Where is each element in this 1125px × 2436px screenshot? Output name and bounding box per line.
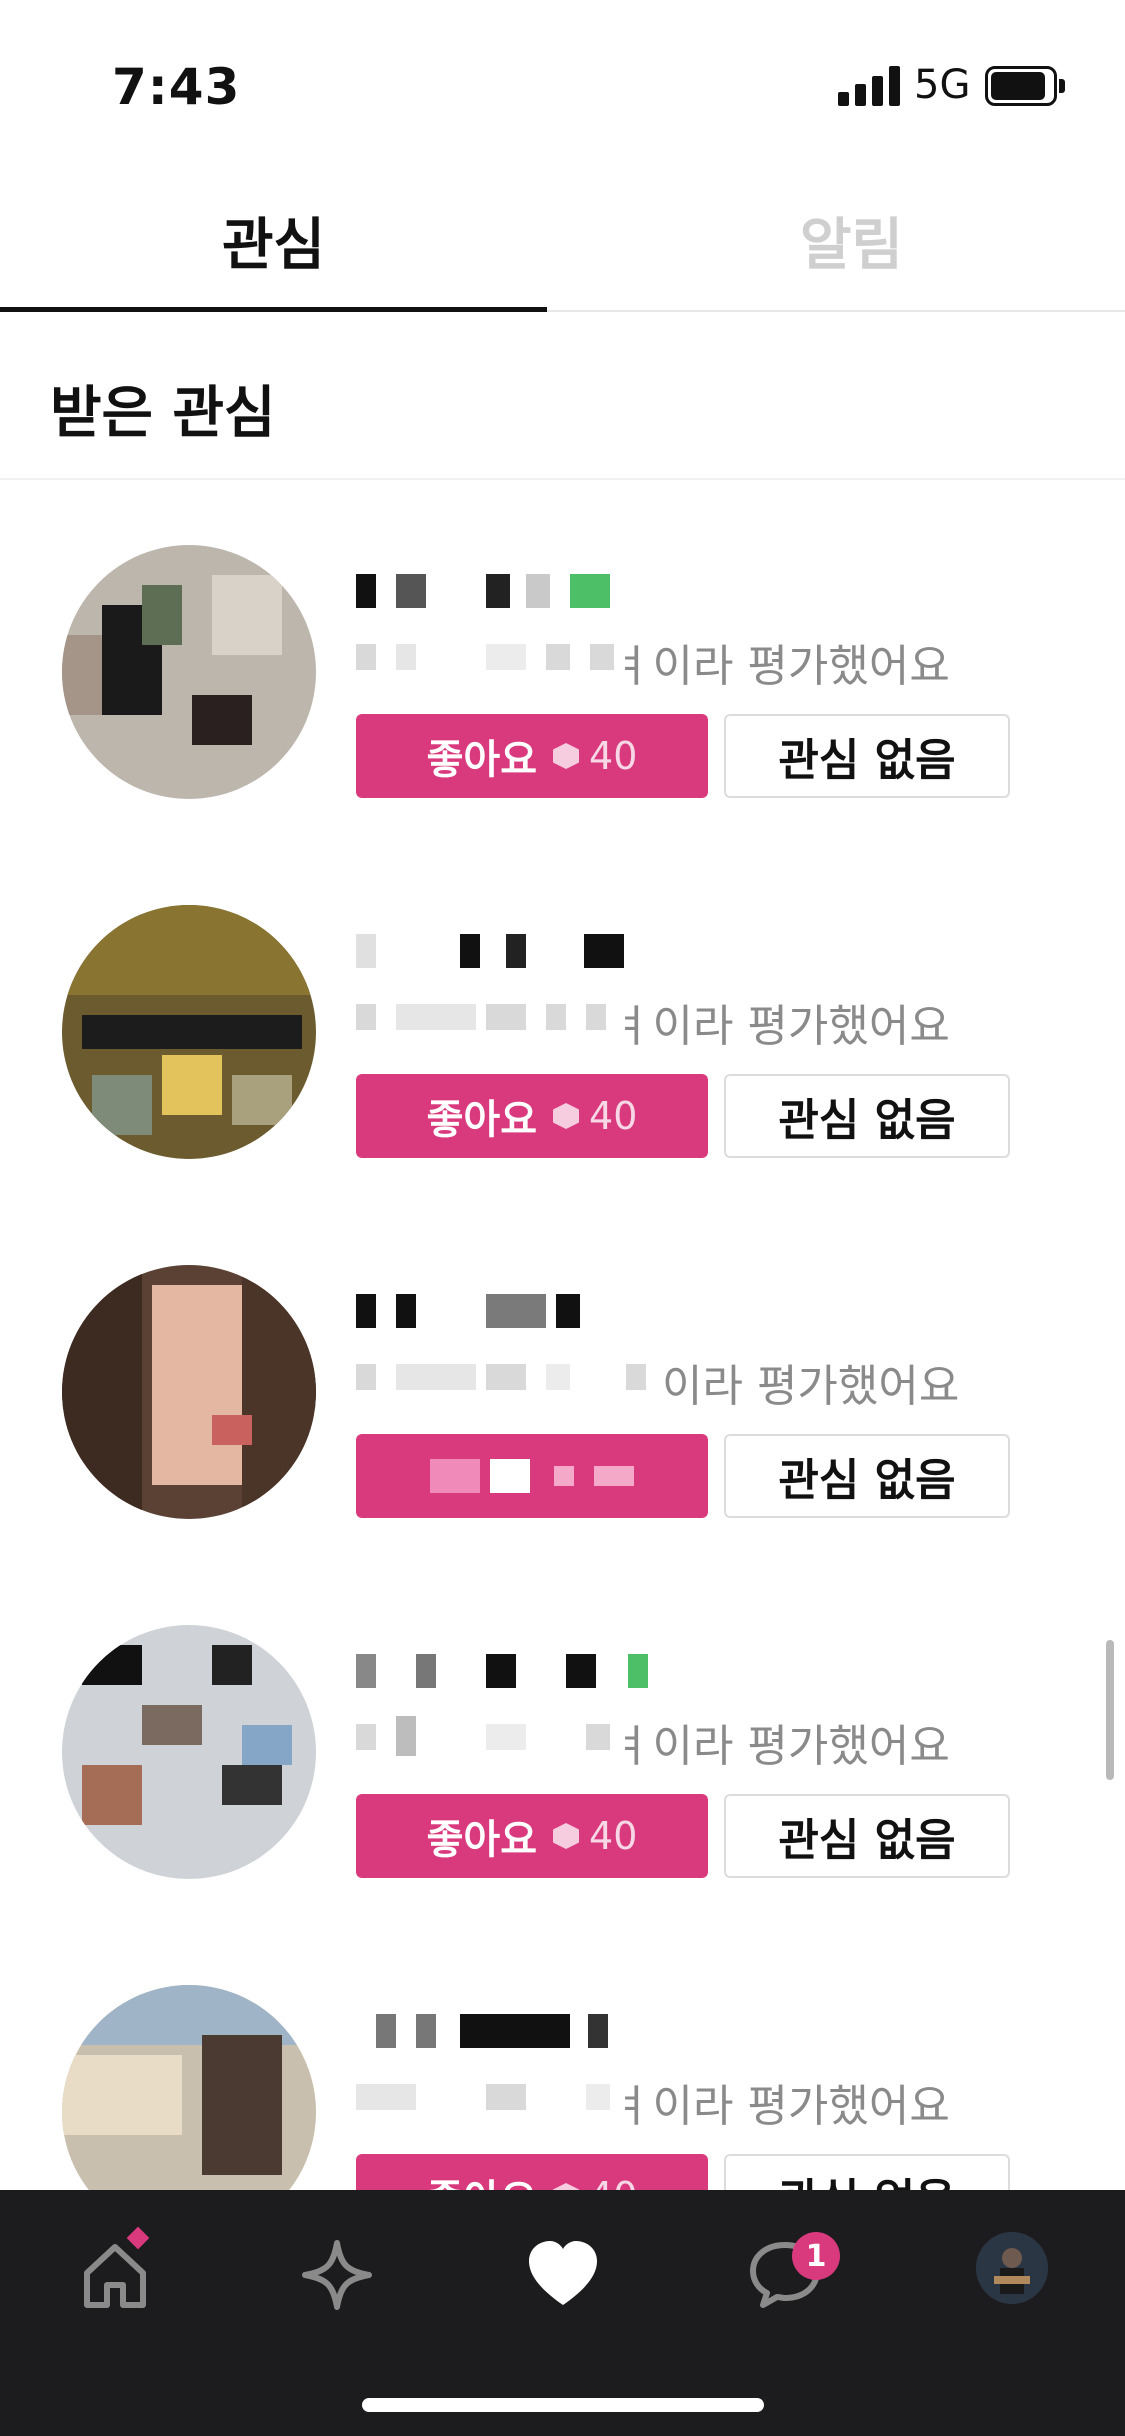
profile-avatar[interactable] bbox=[976, 2232, 1048, 2304]
name-redacted bbox=[356, 1290, 646, 1334]
avatar[interactable] bbox=[62, 1265, 316, 1519]
list-item[interactable]: ㅕ이라 평가했어요 좋아요 40 관심 없음 bbox=[0, 1600, 1125, 1960]
not-interested-button[interactable]: 관심 없음 bbox=[724, 1434, 1010, 1518]
signal-icon bbox=[838, 66, 902, 106]
like-button[interactable]: 좋아요 40 bbox=[356, 1074, 708, 1158]
chat-badge: 1 bbox=[792, 2232, 840, 2280]
section-header: 받은 관심 bbox=[0, 312, 1125, 480]
rating-description: ㅕ이라 평가했어요 bbox=[612, 2081, 950, 2132]
like-button[interactable]: 좋아요 40 bbox=[356, 714, 708, 798]
list-item[interactable]: 이라 평가했어요 관심 없음 bbox=[0, 1240, 1125, 1600]
like-button-redacted[interactable] bbox=[356, 1434, 708, 1518]
desc-redacted bbox=[356, 1356, 646, 1396]
star-icon bbox=[302, 2240, 372, 2310]
avatar[interactable] bbox=[62, 1625, 316, 1879]
nav-interest[interactable] bbox=[508, 2220, 618, 2330]
desc-redacted bbox=[356, 996, 646, 1036]
avatar[interactable] bbox=[62, 545, 316, 799]
home-icon bbox=[84, 2244, 146, 2308]
desc-redacted bbox=[356, 1716, 646, 1756]
gem-icon bbox=[553, 1823, 580, 1849]
not-interested-button[interactable]: 관심 없음 bbox=[724, 1074, 1010, 1158]
rating-description: 이라 평가했어요 bbox=[662, 1361, 960, 1412]
network-type: 5G bbox=[914, 62, 971, 108]
scroll-indicator[interactable] bbox=[1106, 1640, 1114, 1780]
battery-icon bbox=[985, 66, 1065, 106]
name-redacted bbox=[356, 570, 646, 614]
avatar[interactable] bbox=[62, 905, 316, 1159]
list-item[interactable]: ㅕ이라 평가했어요 좋아요 40 관심 없음 bbox=[0, 880, 1125, 1240]
desc-redacted bbox=[356, 636, 646, 676]
tab-bar: 관심 알림 bbox=[0, 170, 1125, 312]
rating-description: ㅕ이라 평가했어요 bbox=[612, 1001, 950, 1052]
status-bar: 7:43 5G bbox=[0, 0, 1125, 150]
name-redacted bbox=[356, 930, 646, 974]
gem-icon bbox=[553, 743, 580, 769]
desc-redacted bbox=[356, 2076, 646, 2116]
not-interested-button[interactable]: 관심 없음 bbox=[724, 714, 1010, 798]
section-title: 받은 관심 bbox=[50, 381, 276, 446]
heart-icon bbox=[529, 2241, 597, 2305]
rating-description: ㅕ이라 평가했어요 bbox=[612, 641, 950, 692]
rating-description: ㅕ이라 평가했어요 bbox=[612, 1721, 950, 1772]
not-interested-button[interactable]: 관심 없음 bbox=[724, 1794, 1010, 1878]
gem-icon bbox=[553, 1103, 580, 1129]
nav-explore[interactable] bbox=[282, 2220, 392, 2330]
list-item[interactable]: ㅕ이라 평가했어요 좋아요 40 관심 없음 bbox=[0, 520, 1125, 880]
status-time: 7:43 bbox=[112, 58, 241, 116]
tab-interest[interactable]: 관심 bbox=[0, 170, 547, 312]
name-redacted bbox=[356, 1650, 648, 1694]
nav-home[interactable] bbox=[60, 2220, 170, 2330]
like-button[interactable]: 좋아요 40 bbox=[356, 1794, 708, 1878]
tab-notifications[interactable]: 알림 bbox=[578, 170, 1125, 310]
home-indicator[interactable] bbox=[362, 2398, 764, 2412]
name-redacted bbox=[356, 2010, 646, 2054]
